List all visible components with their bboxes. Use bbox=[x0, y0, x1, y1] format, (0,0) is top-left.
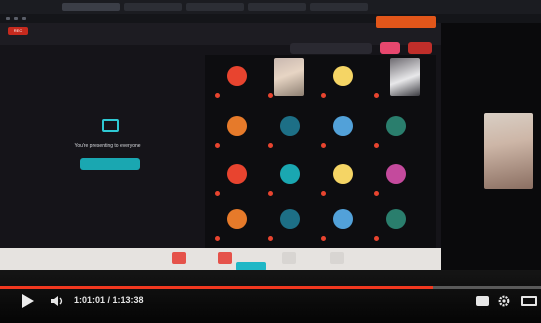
avatar bbox=[227, 209, 247, 229]
participant-camera-video bbox=[274, 58, 304, 96]
reload-icon[interactable] bbox=[22, 17, 26, 20]
participant-tile[interactable] bbox=[211, 158, 263, 203]
settings-icon[interactable] bbox=[498, 295, 510, 307]
present-screen-icon bbox=[102, 119, 119, 132]
captions-icon[interactable] bbox=[476, 296, 489, 306]
participant-tile[interactable] bbox=[370, 110, 422, 155]
mic-muted-icon bbox=[374, 236, 379, 241]
camera-button[interactable] bbox=[218, 252, 232, 264]
record-icon: REC bbox=[8, 27, 28, 35]
participant-tile[interactable] bbox=[370, 158, 422, 203]
mic-muted-icon bbox=[268, 143, 273, 148]
theater-mode-icon[interactable] bbox=[521, 296, 537, 306]
participant-tile[interactable] bbox=[211, 60, 263, 105]
mic-muted-icon bbox=[374, 143, 379, 148]
avatar bbox=[333, 164, 353, 184]
orange-top-button[interactable] bbox=[376, 16, 436, 28]
browser-tab[interactable] bbox=[310, 3, 368, 11]
stop-presenting-button[interactable] bbox=[80, 158, 140, 170]
self-camera-preview bbox=[484, 113, 533, 189]
participant-camera-video bbox=[390, 58, 420, 96]
mic-muted-icon bbox=[321, 143, 326, 148]
screen-share-panel: You're presenting to everyone bbox=[10, 95, 205, 205]
browser-tab[interactable] bbox=[124, 3, 182, 11]
participant-tile[interactable] bbox=[317, 60, 369, 105]
avatar bbox=[227, 66, 247, 86]
mic-muted-icon bbox=[215, 191, 220, 196]
mic-muted-icon bbox=[321, 93, 326, 98]
participant-tile[interactable] bbox=[370, 203, 422, 248]
mic-muted-icon bbox=[268, 191, 273, 196]
browser-tab-active[interactable] bbox=[62, 3, 120, 11]
mic-muted-icon bbox=[374, 191, 379, 196]
time-display: 1:01:01 / 1:13:38 bbox=[74, 295, 144, 305]
participant-tile[interactable] bbox=[264, 203, 316, 248]
avatar bbox=[227, 164, 247, 184]
avatar bbox=[333, 66, 353, 86]
avatar bbox=[386, 209, 406, 229]
volume-icon[interactable] bbox=[50, 295, 64, 307]
mic-button[interactable] bbox=[172, 252, 186, 264]
avatar bbox=[280, 116, 300, 136]
mic-muted-icon bbox=[215, 236, 220, 241]
participant-tile[interactable] bbox=[317, 110, 369, 155]
participant-tile[interactable] bbox=[317, 203, 369, 248]
participant-tile[interactable] bbox=[264, 110, 316, 155]
forward-icon[interactable] bbox=[14, 17, 18, 20]
participant-tile[interactable] bbox=[211, 110, 263, 155]
browser-tab[interactable] bbox=[186, 3, 244, 11]
avatar bbox=[386, 164, 406, 184]
avatar bbox=[280, 209, 300, 229]
avatar bbox=[227, 116, 247, 136]
mic-muted-icon bbox=[215, 143, 220, 148]
browser-tab-strip bbox=[0, 0, 541, 14]
avatar bbox=[333, 116, 353, 136]
participant-tile[interactable] bbox=[211, 203, 263, 248]
participant-tile[interactable] bbox=[317, 158, 369, 203]
view-controls[interactable] bbox=[290, 43, 372, 54]
avatar bbox=[386, 116, 406, 136]
more-options-button[interactable] bbox=[330, 252, 344, 264]
avatar bbox=[333, 209, 353, 229]
avatar bbox=[280, 164, 300, 184]
play-icon[interactable] bbox=[22, 294, 34, 308]
mic-muted-icon bbox=[268, 93, 273, 98]
end-call-button[interactable] bbox=[408, 42, 432, 54]
share-button[interactable] bbox=[282, 252, 296, 264]
progress-fill bbox=[0, 286, 433, 289]
meeting-top-bar bbox=[0, 23, 441, 45]
mic-muted-icon bbox=[321, 191, 326, 196]
mic-muted-icon bbox=[215, 93, 220, 98]
share-prompt-text: You're presenting to everyone bbox=[74, 143, 141, 149]
mic-muted-icon bbox=[268, 236, 273, 241]
browser-tab[interactable] bbox=[248, 3, 306, 11]
mic-muted-icon bbox=[321, 236, 326, 241]
back-icon[interactable] bbox=[6, 17, 10, 20]
address-bar[interactable] bbox=[0, 14, 541, 23]
mic-muted-icon bbox=[374, 93, 379, 98]
participant-tile[interactable] bbox=[264, 158, 316, 203]
reaction-button[interactable] bbox=[380, 42, 400, 54]
